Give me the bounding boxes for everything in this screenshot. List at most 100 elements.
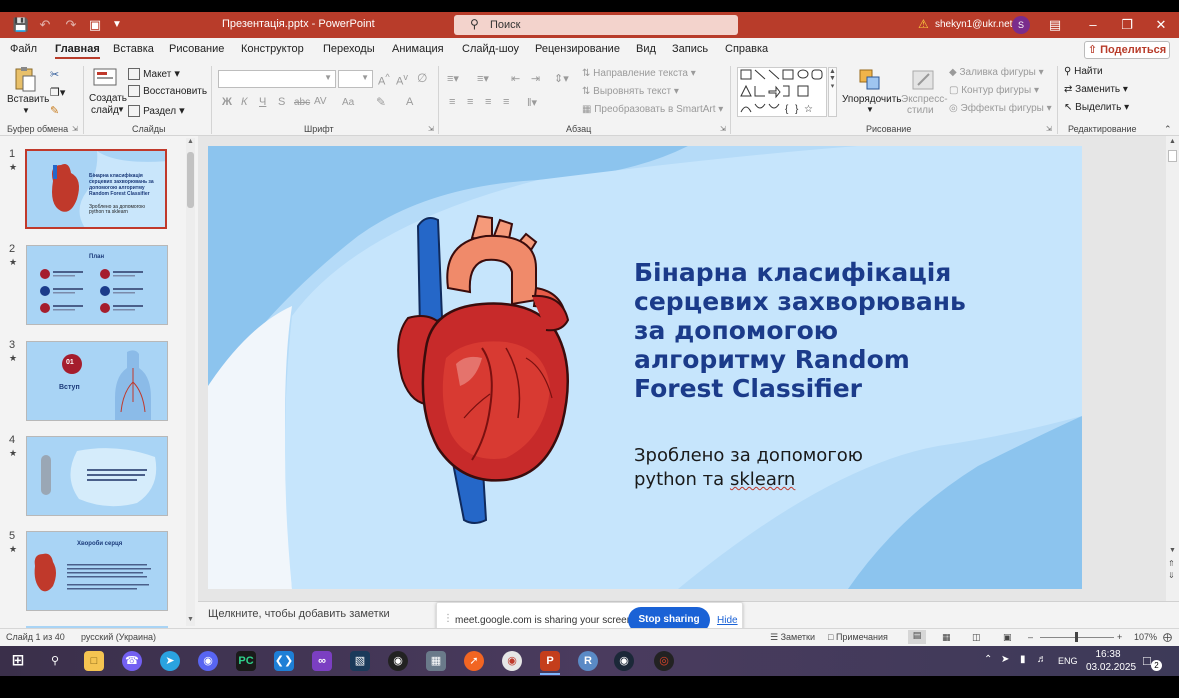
ssms-icon[interactable]: ▧ bbox=[350, 651, 370, 671]
save-icon[interactable]: 💾 bbox=[12, 16, 30, 34]
change-case-button[interactable]: Aa bbox=[342, 97, 354, 108]
text-direction-button[interactable]: ⇅ Направление текста ▾ bbox=[582, 68, 696, 79]
tab-view[interactable]: Вид bbox=[636, 43, 656, 55]
collapse-ribbon-icon[interactable]: ⌃ bbox=[1164, 124, 1172, 135]
obs-icon[interactable]: ◎ bbox=[654, 651, 674, 671]
avatar[interactable]: S bbox=[1012, 16, 1030, 34]
shrink-font-icon[interactable]: Av bbox=[396, 72, 408, 88]
tray-expand-icon[interactable]: ⌃ bbox=[984, 654, 992, 665]
reading-view-icon[interactable]: ◫ bbox=[972, 632, 981, 643]
customize-qat-icon[interactable]: ▼ bbox=[108, 16, 126, 34]
new-slide-label[interactable]: Создать bbox=[89, 93, 127, 104]
slide-scroll-thumb[interactable] bbox=[1168, 150, 1177, 162]
slide-thumbnail-2[interactable]: План bbox=[26, 245, 168, 325]
tab-home[interactable]: Главная bbox=[55, 43, 100, 59]
grow-font-icon[interactable]: A^ bbox=[378, 72, 390, 88]
paste-button[interactable] bbox=[12, 66, 38, 94]
scroll-up-icon[interactable]: ▲ bbox=[1169, 138, 1176, 145]
normal-view-icon[interactable]: ▤ bbox=[908, 630, 926, 644]
share-button[interactable]: ⇧ Поделиться bbox=[1084, 41, 1170, 59]
reset-button[interactable]: Восстановить bbox=[128, 85, 207, 98]
slide-vertical-scrollbar[interactable]: ▲ ▼ ⇑ ⇓ bbox=[1166, 136, 1179, 601]
decrease-indent-icon[interactable]: ⇤ bbox=[511, 72, 520, 85]
slide-title[interactable]: Бінарна класифікація серцевих захворюван… bbox=[634, 258, 1054, 403]
pycharm-icon[interactable]: PC bbox=[236, 651, 256, 671]
hide-link[interactable]: Hide bbox=[717, 615, 738, 626]
align-text-button[interactable]: ⇅ Выровнять текст ▾ bbox=[582, 86, 679, 97]
tray-telegram-icon[interactable]: ➤ bbox=[1001, 654, 1009, 665]
line-spacing-icon[interactable]: ⇕▾ bbox=[554, 72, 569, 85]
postman-icon[interactable]: ➚ bbox=[464, 651, 484, 671]
smartart-button[interactable]: ▦ Преобразовать в SmartArt ▾ bbox=[582, 104, 723, 115]
steam-icon[interactable]: ◉ bbox=[614, 651, 634, 671]
slide-thumbnail-4[interactable] bbox=[26, 436, 168, 516]
zoom-out-icon[interactable]: – bbox=[1028, 632, 1033, 642]
shapes-gallery[interactable]: {} ☆ bbox=[737, 67, 827, 117]
slideshow-icon[interactable]: ▣ bbox=[1003, 632, 1012, 643]
github-icon[interactable]: ◉ bbox=[388, 651, 408, 671]
new-slide-label-2[interactable]: слайд bbox=[91, 105, 119, 116]
copy-icon[interactable]: ❐▾ bbox=[50, 86, 65, 99]
char-spacing-button[interactable]: AV bbox=[314, 96, 327, 107]
current-slide[interactable]: Бінарна класифікація серцевих захворюван… bbox=[208, 146, 1082, 589]
zoom-level[interactable]: 107% bbox=[1134, 632, 1157, 642]
drawing-launcher-icon[interactable]: ⇲ bbox=[1046, 125, 1052, 133]
viber-icon[interactable]: ☎ bbox=[122, 651, 142, 671]
paste-label[interactable]: Вставить bbox=[7, 94, 49, 105]
numbering-icon[interactable]: ≡▾ bbox=[477, 72, 489, 85]
clear-format-icon[interactable]: ∅ bbox=[417, 71, 427, 85]
scroll-down-icon[interactable]: ▼ bbox=[1169, 547, 1176, 554]
font-launcher-icon[interactable]: ⇲ bbox=[428, 125, 434, 133]
slide-thumbnail-5[interactable]: Хвороби серця bbox=[26, 531, 168, 611]
warning-icon[interactable]: ⚠ bbox=[918, 17, 929, 31]
font-color-icon[interactable]: A bbox=[406, 96, 413, 108]
quick-styles-label-2[interactable]: стили bbox=[907, 105, 934, 116]
thumbnail-scroll-thumb[interactable] bbox=[187, 152, 194, 208]
tab-help[interactable]: Справка bbox=[725, 43, 768, 55]
cut-icon[interactable]: ✂ bbox=[50, 68, 59, 81]
restore-icon[interactable]: ❐ bbox=[1118, 16, 1136, 34]
arrange-label[interactable]: Упорядочить bbox=[842, 94, 902, 105]
next-slide-icon[interactable]: ⇓ bbox=[1168, 571, 1175, 580]
tab-design[interactable]: Конструктор bbox=[241, 43, 304, 55]
volume-icon[interactable]: ♬ bbox=[1037, 654, 1047, 665]
paragraph-launcher-icon[interactable]: ⇲ bbox=[720, 125, 726, 133]
align-center-icon[interactable]: ≡ bbox=[467, 96, 473, 108]
slide-sorter-icon[interactable]: ▦ bbox=[942, 632, 951, 643]
tab-record[interactable]: Запись bbox=[672, 43, 708, 55]
font-size-combo[interactable]: ▼ bbox=[338, 70, 373, 88]
shape-fill-button[interactable]: ◆ Заливка фигуры ▾ bbox=[949, 67, 1044, 78]
bold-button[interactable]: Ж bbox=[222, 96, 232, 108]
vscode-icon[interactable]: ❮❯ bbox=[274, 651, 294, 671]
zoom-in-icon[interactable]: + bbox=[1117, 632, 1122, 642]
windows-start-icon[interactable]: ⊞ bbox=[8, 651, 28, 671]
prev-slide-icon[interactable]: ⇑ bbox=[1168, 559, 1175, 568]
scroll-up-icon[interactable]: ▲ bbox=[187, 138, 194, 145]
fit-to-window-icon[interactable]: ⨁ bbox=[1163, 632, 1172, 643]
new-slide-button[interactable] bbox=[92, 66, 120, 93]
tab-slideshow[interactable]: Слайд-шоу bbox=[462, 43, 519, 55]
search-icon[interactable]: ⚲ bbox=[45, 651, 65, 671]
account-email[interactable]: shekyn1@ukr.net bbox=[935, 19, 1012, 30]
select-button[interactable]: ↖ Выделить ▾ bbox=[1064, 102, 1129, 113]
redo-icon[interactable]: ↷ bbox=[62, 16, 80, 34]
justify-icon[interactable]: ≡ bbox=[503, 96, 509, 108]
input-language[interactable]: ENG bbox=[1058, 656, 1078, 666]
undo-icon[interactable]: ↶ bbox=[36, 16, 54, 34]
tab-file[interactable]: Файл bbox=[10, 43, 37, 55]
find-button[interactable]: ⚲ Найти bbox=[1064, 66, 1103, 77]
clock[interactable]: 16:38 03.02.2025 bbox=[1086, 648, 1136, 674]
columns-icon[interactable]: ‖▾ bbox=[527, 96, 537, 109]
slide-thumbnail-3[interactable]: 01 Вступ bbox=[26, 341, 168, 421]
align-left-icon[interactable]: ≡ bbox=[449, 96, 455, 108]
tab-insert[interactable]: Вставка bbox=[113, 43, 154, 55]
thumbnail-scrollbar[interactable]: ▲ ▼ bbox=[186, 138, 195, 626]
format-painter-icon[interactable]: ✎ bbox=[50, 104, 59, 117]
tab-review[interactable]: Рецензирование bbox=[535, 43, 620, 55]
drag-handle-icon[interactable]: ⋮ bbox=[443, 613, 453, 624]
r-icon[interactable]: R bbox=[578, 651, 598, 671]
quick-styles-label[interactable]: Экспресс- bbox=[901, 94, 948, 105]
ribbon-display-icon[interactable]: ▤ bbox=[1046, 16, 1064, 34]
visual-studio-icon[interactable]: ∞ bbox=[312, 651, 332, 671]
search-box[interactable]: ⚲ Поиск bbox=[454, 15, 738, 35]
